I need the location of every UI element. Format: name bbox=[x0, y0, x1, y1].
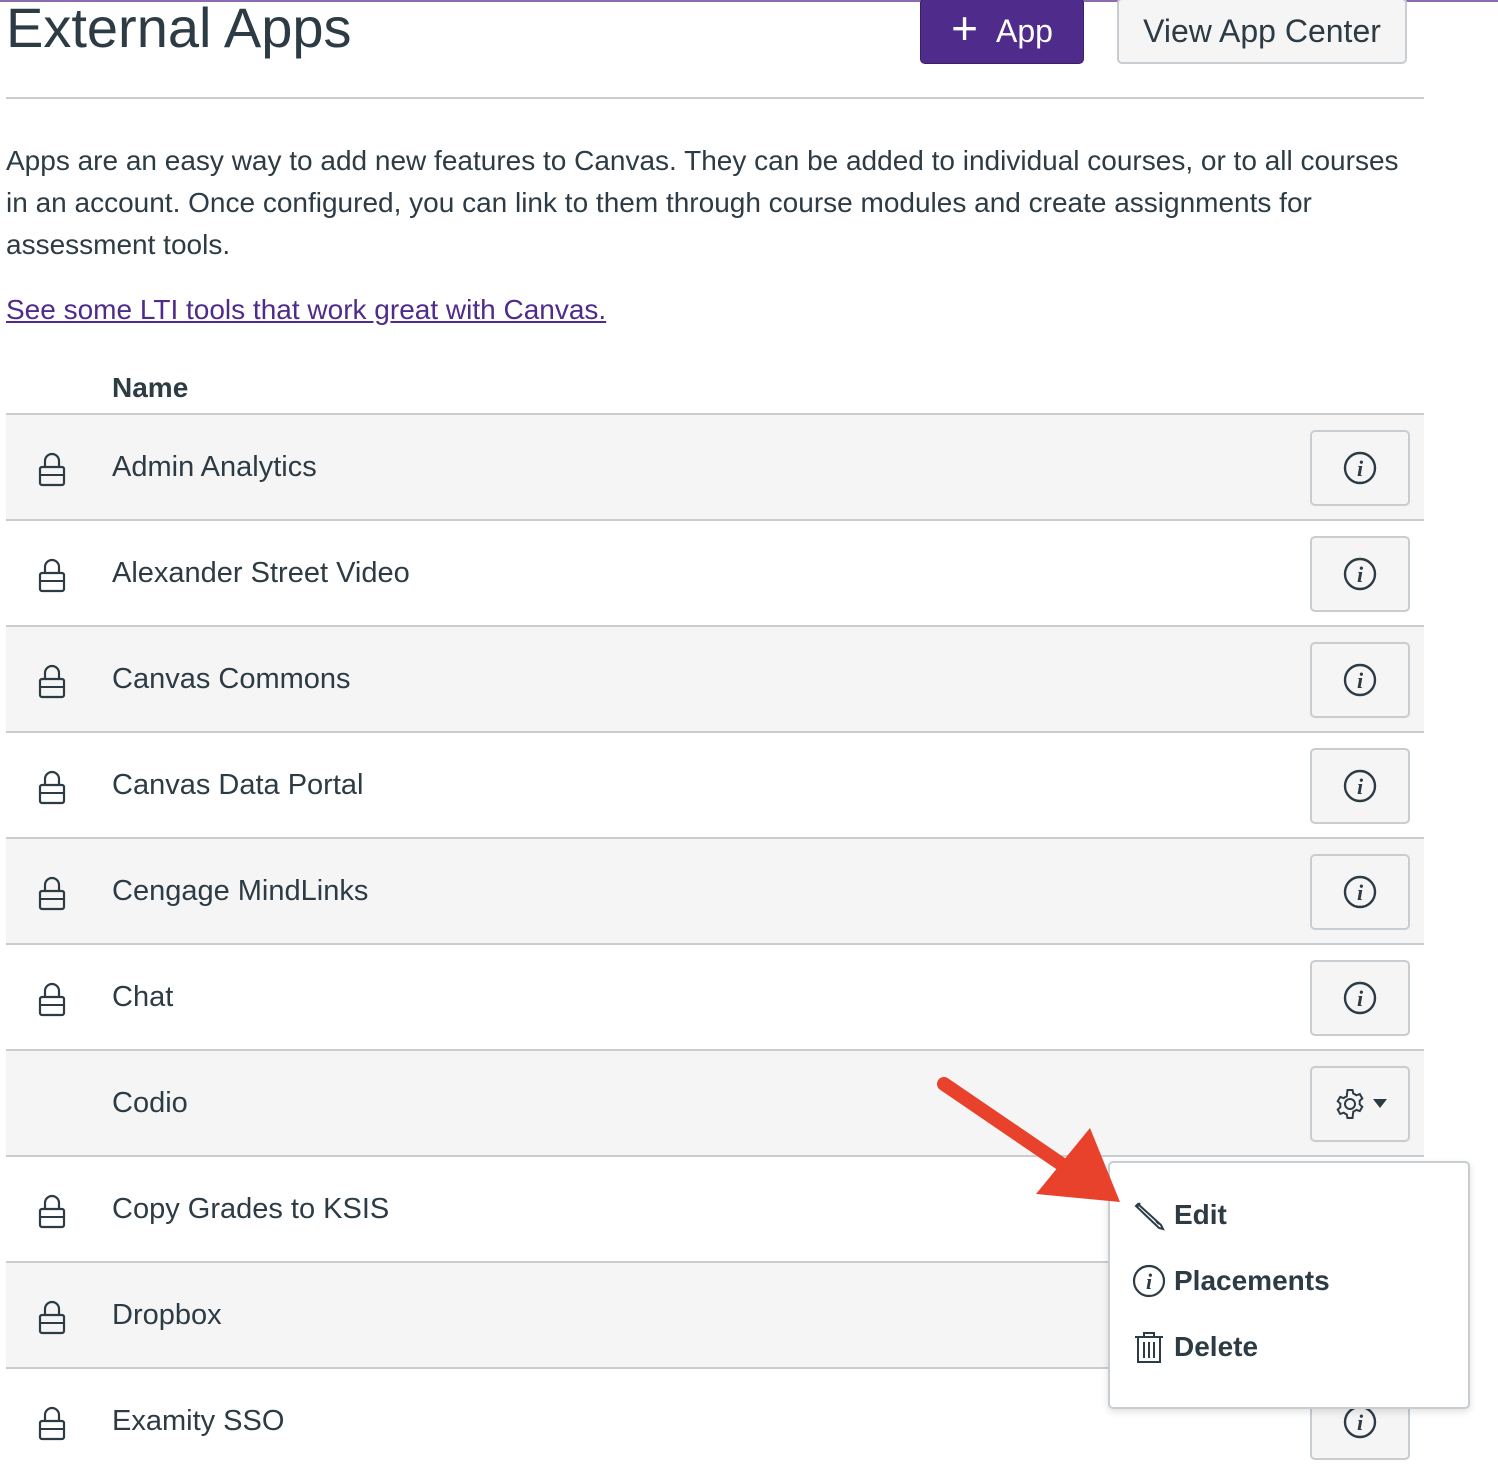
info-icon: i bbox=[1343, 981, 1377, 1015]
menu-item-label: Delete bbox=[1174, 1331, 1259, 1362]
app-name: Dropbox bbox=[112, 1299, 222, 1331]
app-info-button[interactable]: i bbox=[1310, 642, 1410, 718]
caret-down-icon bbox=[1373, 1099, 1387, 1108]
info-icon: i bbox=[1343, 875, 1377, 909]
app-name: Codio bbox=[112, 1087, 188, 1119]
app-info-button[interactable]: i bbox=[1310, 854, 1410, 930]
app-name: Cengage MindLinks bbox=[112, 875, 369, 907]
svg-text:i: i bbox=[1146, 1269, 1153, 1294]
lock-icon bbox=[38, 664, 66, 699]
add-app-label: App bbox=[995, 12, 1053, 49]
lock-icon bbox=[38, 770, 66, 805]
info-icon: i bbox=[1343, 557, 1377, 591]
app-name: Alexander Street Video bbox=[112, 557, 410, 589]
app-info-button[interactable]: i bbox=[1310, 960, 1410, 1036]
header-divider bbox=[6, 97, 1424, 99]
info-icon: i bbox=[1132, 1264, 1166, 1298]
app-info-button[interactable]: i bbox=[1310, 430, 1410, 506]
settings-menu: Edit i Placements Delete bbox=[1108, 1161, 1470, 1409]
lock-icon bbox=[38, 1194, 66, 1229]
lock-icon bbox=[38, 1300, 66, 1335]
menu-item-placements[interactable]: i Placements bbox=[1132, 1261, 1330, 1301]
add-app-button[interactable]: + App bbox=[920, 0, 1084, 64]
gear-icon bbox=[1336, 1089, 1364, 1119]
table-row: Codio bbox=[6, 1049, 1424, 1155]
pencil-icon bbox=[1134, 1202, 1165, 1231]
app-settings-button[interactable] bbox=[1310, 1066, 1410, 1142]
lock-icon bbox=[38, 982, 66, 1017]
app-info-button[interactable]: i bbox=[1310, 748, 1410, 824]
svg-text:i: i bbox=[1357, 1410, 1364, 1435]
intro-text: Apps are an easy way to add new features… bbox=[6, 145, 1399, 260]
svg-text:i: i bbox=[1357, 668, 1364, 693]
table-row: Alexander Street Video i bbox=[6, 519, 1424, 625]
app-name: Canvas Data Portal bbox=[112, 769, 364, 801]
app-name: Copy Grades to KSIS bbox=[112, 1193, 390, 1225]
svg-text:i: i bbox=[1357, 562, 1364, 587]
page-title: External Apps bbox=[6, 0, 352, 59]
app-name: Canvas Commons bbox=[112, 663, 351, 695]
app-name: Admin Analytics bbox=[112, 451, 317, 483]
lock-icon bbox=[38, 452, 66, 487]
svg-text:i: i bbox=[1357, 986, 1364, 1011]
menu-item-edit[interactable]: Edit bbox=[1132, 1195, 1227, 1235]
table-row: Cengage MindLinks i bbox=[6, 837, 1424, 943]
menu-item-delete[interactable]: Delete bbox=[1132, 1327, 1258, 1367]
lock-icon bbox=[38, 876, 66, 911]
menu-item-label: Edit bbox=[1174, 1199, 1227, 1230]
view-app-center-button[interactable]: View App Center bbox=[1117, 0, 1407, 64]
column-header-name: Name bbox=[112, 372, 189, 403]
lock-icon bbox=[38, 558, 66, 593]
svg-text:i: i bbox=[1357, 774, 1364, 799]
info-icon: i bbox=[1343, 769, 1377, 803]
trash-icon bbox=[1135, 1332, 1163, 1363]
lock-icon bbox=[38, 1406, 66, 1441]
table-row: Admin Analytics i bbox=[6, 413, 1424, 519]
table-row: Canvas Commons i bbox=[6, 625, 1424, 731]
annotation-arrow bbox=[937, 1077, 1120, 1202]
table-row: Chat i bbox=[6, 943, 1424, 1049]
app-name: Chat bbox=[112, 981, 174, 1013]
svg-text:i: i bbox=[1357, 880, 1364, 905]
menu-item-label: Placements bbox=[1174, 1265, 1330, 1296]
app-info-button[interactable]: i bbox=[1310, 536, 1410, 612]
info-icon: i bbox=[1343, 663, 1377, 697]
plus-icon: + bbox=[951, 2, 978, 54]
table-row: Canvas Data Portal i bbox=[6, 731, 1424, 837]
svg-text:i: i bbox=[1357, 456, 1364, 481]
info-icon: i bbox=[1343, 451, 1377, 485]
lti-tools-link[interactable]: See some LTI tools that work great with … bbox=[6, 292, 606, 328]
